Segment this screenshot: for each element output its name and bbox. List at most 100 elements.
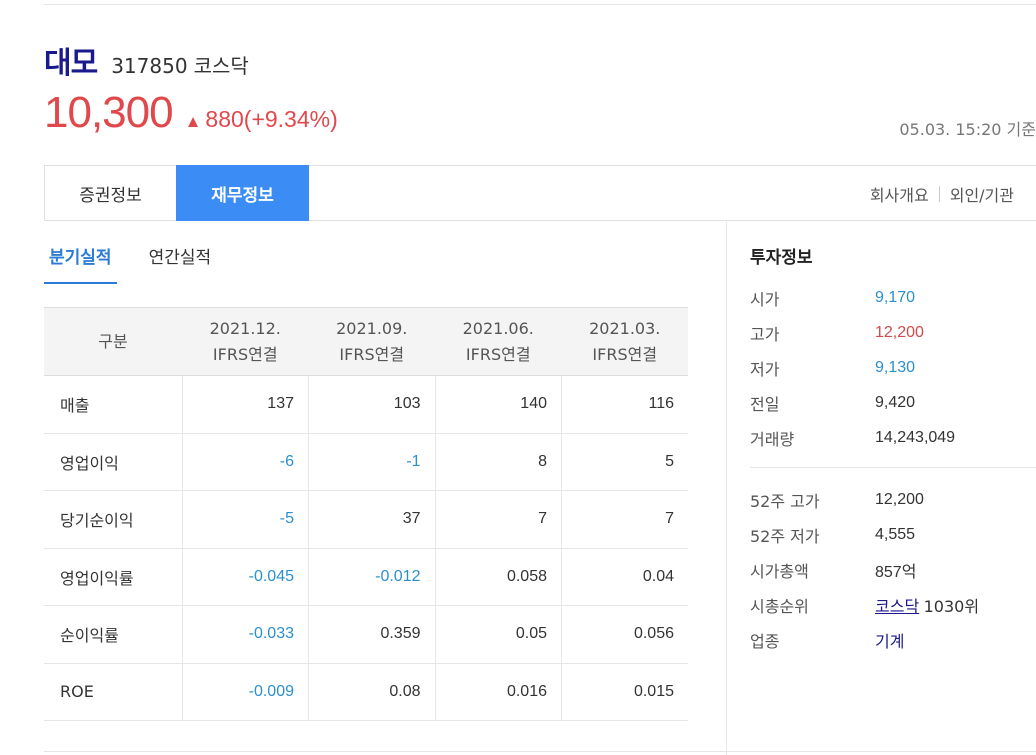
price-row: 10,300 ▲ 880(+9.34%) [44, 88, 338, 138]
up-arrow-icon: ▲ [184, 112, 202, 131]
table-cell: 37 [308, 490, 435, 549]
table-cell: -0.009 [181, 663, 309, 721]
column-header: 2021.03. IFRS연결 [561, 307, 688, 376]
stock-header: 대모 317850 코스닥 [44, 38, 1036, 82]
table-cell: 0.058 [434, 548, 562, 606]
stock-market: 코스닥 [193, 54, 249, 78]
tab-securities[interactable]: 증권정보 [45, 165, 176, 221]
info-row-volume: 거래량 14,243,049 [750, 420, 1036, 455]
table-row: 영업이익률 -0.045 -0.012 0.058 0.04 [44, 548, 688, 606]
invest-title: 투자정보 [750, 248, 813, 268]
main-tabs: 증권정보 재무정보 회사개요 외인/기관 [44, 165, 1036, 221]
company-overview-link[interactable]: 회사개요 [870, 182, 929, 206]
info-row-high: 고가 12,200 [750, 315, 1036, 350]
foreign-institution-link[interactable]: 외인/기관 [950, 182, 1014, 206]
column-header: 2021.06. IFRS연결 [435, 307, 562, 376]
table-cell: 0.05 [434, 605, 562, 664]
info-label: 고가 [750, 324, 780, 344]
table-cell: -5 [181, 490, 309, 549]
table-cell: 0.08 [308, 663, 435, 721]
table-header-row: 구분 2021.12. IFRS연결 2021.09. IFRS연결 2021.06… [44, 307, 688, 376]
info-row-52w-high: 52주 고가 12,200 [750, 482, 1036, 517]
table-cell: -0.012 [308, 548, 435, 606]
info-label: 시가총액 [750, 561, 809, 581]
market-link[interactable]: 코스닥 [875, 597, 919, 616]
table-cell: 116 [561, 375, 688, 434]
info-value: 12,200 [875, 490, 924, 508]
info-label: 전일 [750, 394, 780, 414]
header-links: 회사개요 외인/기관 [870, 182, 1014, 206]
table-cell: -6 [181, 433, 309, 491]
table-cell: 0.056 [561, 605, 688, 664]
row-label: 매출 [44, 375, 182, 434]
table-row: 당기순이익 -5 37 7 7 [44, 490, 688, 549]
top-divider [44, 4, 1036, 5]
row-label: 당기순이익 [44, 490, 182, 549]
column-header: 2021.09. IFRS연결 [308, 307, 435, 376]
table-cell: 7 [434, 490, 562, 549]
info-label: 거래량 [750, 429, 795, 449]
info-label: 시가 [750, 289, 780, 309]
subtab-annual[interactable]: 연간실적 [149, 243, 212, 284]
info-divider [750, 467, 1036, 468]
stock-code: 317850 [111, 54, 188, 78]
table-cell: 0.015 [561, 663, 688, 721]
info-label: 저가 [750, 359, 780, 379]
info-label: 시총순위 [750, 596, 809, 616]
period-subtabs: 분기실적 연간실적 [44, 243, 247, 284]
sector-link[interactable]: 기계 [875, 628, 904, 652]
info-value: 4,555 [875, 525, 916, 543]
financial-table: 구분 2021.12. IFRS연결 2021.09. IFRS연결 2021.06… [44, 307, 688, 721]
tab-financial[interactable]: 재무정보 [176, 165, 309, 221]
info-value: 9,420 [875, 393, 916, 411]
row-label: ROE [44, 663, 182, 721]
table-row: 영업이익 -6 -1 8 5 [44, 433, 688, 491]
price-timestamp: 05.03. 15:20 기준 [899, 120, 1036, 139]
column-header: 2021.12. IFRS연결 [182, 307, 309, 376]
info-label: 52주 고가 [750, 491, 820, 511]
link-separator [938, 186, 940, 202]
change-value: 880(+9.34%) [205, 106, 338, 132]
info-label: 52주 저가 [750, 526, 820, 546]
table-cell: -1 [308, 433, 435, 491]
info-value: 코스닥 1030위 [875, 593, 979, 617]
table-cell: -0.033 [181, 605, 309, 664]
price-change: ▲ 880(+9.34%) [185, 106, 338, 133]
info-label: 업종 [750, 631, 780, 651]
header-label: 구분 [44, 307, 182, 376]
info-row-52w-low: 52주 저가 4,555 [750, 517, 1036, 552]
table-cell: 103 [308, 375, 435, 434]
info-row-open: 시가 9,170 [750, 280, 1036, 315]
info-row-mcap: 시가총액 857억 [750, 552, 1036, 587]
current-price: 10,300 [44, 88, 174, 137]
table-row: 순이익률 -0.033 0.359 0.05 0.056 [44, 605, 688, 664]
column-divider [726, 222, 727, 755]
info-value: 9,130 [875, 358, 916, 376]
table-cell: 7 [561, 490, 688, 549]
info-row-sector: 업종 기계 [750, 622, 1036, 657]
info-row-low: 저가 9,130 [750, 350, 1036, 385]
investment-info-panel: 투자정보 시가 9,170 고가 12,200 저가 9,130 전일 9,42… [750, 243, 1036, 657]
table-cell: 8 [434, 433, 562, 491]
info-value: 9,170 [875, 288, 916, 306]
stock-name: 대모 [44, 46, 98, 81]
info-value: 14,243,049 [875, 428, 956, 446]
subtab-quarterly[interactable]: 분기실적 [44, 243, 117, 284]
table-cell: 0.359 [308, 605, 435, 664]
table-row: ROE -0.009 0.08 0.016 0.015 [44, 663, 688, 721]
info-row-prev: 전일 9,420 [750, 385, 1036, 420]
row-label: 영업이익 [44, 433, 182, 491]
table-cell: 0.04 [561, 548, 688, 606]
info-value: 857억 [875, 563, 917, 581]
bottom-divider [44, 751, 1036, 752]
table-cell: 0.016 [434, 663, 562, 721]
row-label: 영업이익률 [44, 548, 182, 606]
row-label: 순이익률 [44, 605, 182, 664]
table-cell: -0.045 [181, 548, 309, 606]
table-row: 매출 137 103 140 116 [44, 375, 688, 434]
table-cell: 137 [181, 375, 309, 434]
info-value: 12,200 [875, 323, 924, 341]
table-cell: 5 [561, 433, 688, 491]
table-cell: 140 [434, 375, 562, 434]
rank-value: 1030위 [923, 596, 980, 616]
